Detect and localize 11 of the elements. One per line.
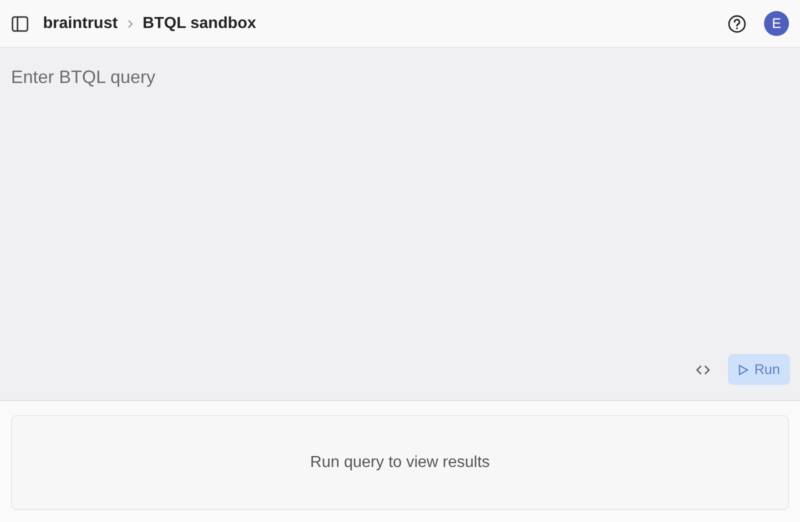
help-icon[interactable] — [727, 14, 747, 34]
play-icon — [738, 364, 750, 376]
chevron-icon — [126, 18, 134, 28]
code-icon[interactable] — [696, 364, 710, 376]
run-label: Run — [754, 360, 780, 379]
sidebar-toggle-icon[interactable] — [11, 14, 29, 32]
avatar[interactable]: E — [764, 11, 789, 36]
empty-results-text: Run query to view results — [310, 452, 490, 472]
breadcrumb-item[interactable]: BTQL sandbox — [142, 12, 256, 36]
breadcrumb-item[interactable]: braintrust — [43, 12, 118, 36]
query-editor[interactable]: Enter BTQL query — [0, 48, 800, 354]
